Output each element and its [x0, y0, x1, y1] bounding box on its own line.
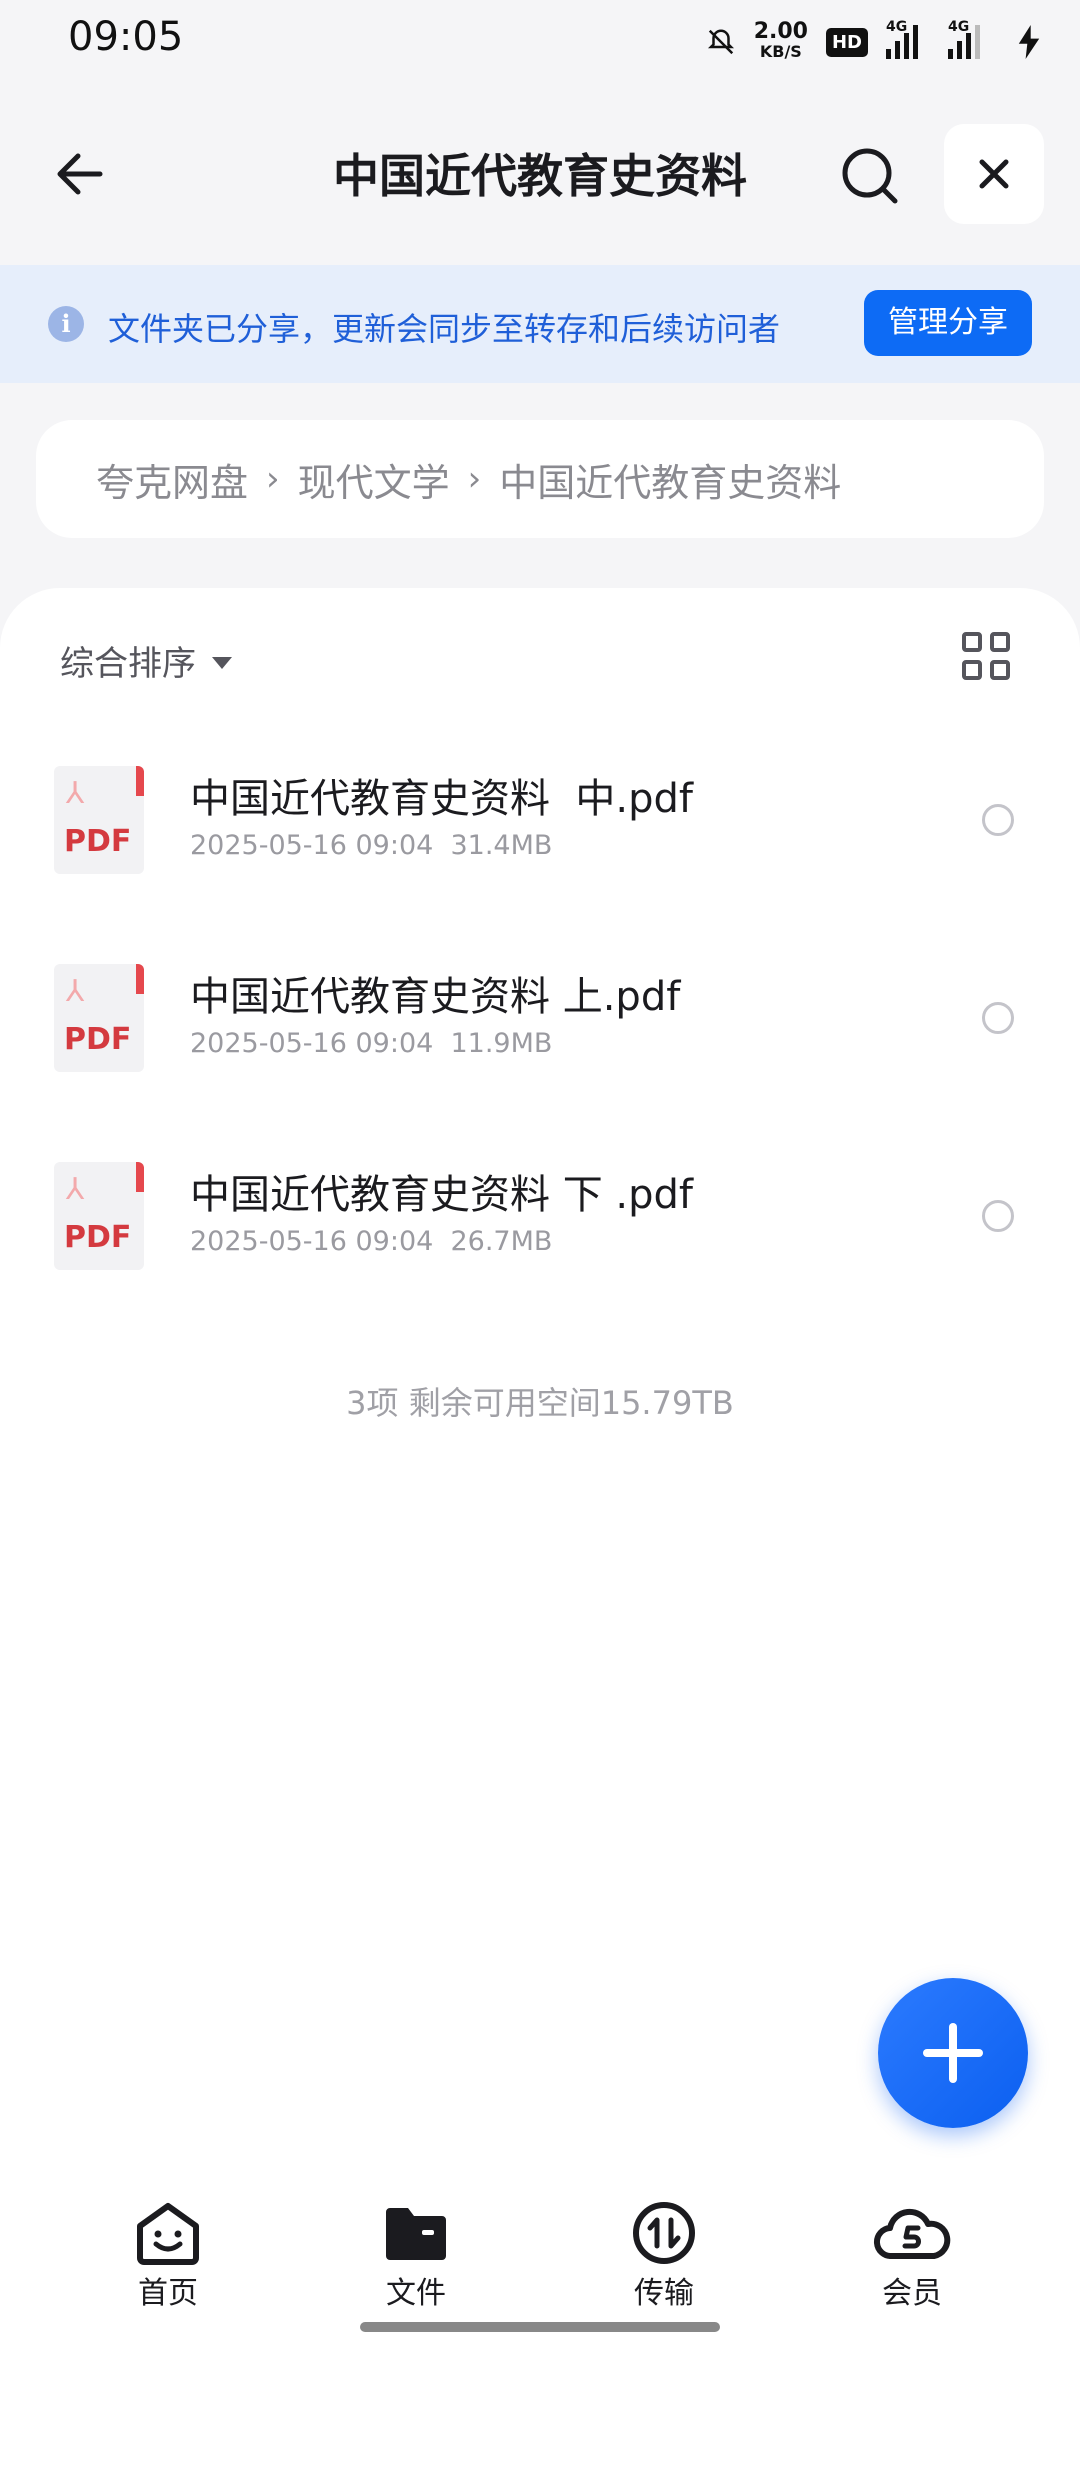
caret-down-icon [212, 656, 232, 669]
status-time: 09:05 [68, 14, 184, 60]
chevron-right-icon: › [266, 459, 280, 499]
file-row[interactable]: ⅄ PDF 中国近代教育史资料 中.pdf 2025-05-16 09:04 31… [0, 746, 1080, 906]
file-row[interactable]: ⅄ PDF 中国近代教育史资料 上.pdf 2025-05-16 09:04 11… [0, 944, 1080, 1104]
pdf-file-icon: ⅄ PDF [54, 964, 144, 1072]
nav-item-home[interactable]: 首页 [88, 2200, 248, 2312]
status-icons: 2.00 KB/S HD 4G 4G [706, 18, 1040, 66]
folder-icon [386, 2208, 446, 2260]
add-button[interactable] [878, 1978, 1028, 2128]
file-size: 26.7MB [450, 1226, 553, 1257]
search-icon[interactable] [838, 144, 902, 208]
file-row[interactable]: ⅄ PDF 中国近代教育史资料 下 .pdf 2025-05-16 09:04 2… [0, 1142, 1080, 1302]
grid-view-icon[interactable] [962, 632, 1010, 680]
nav-label: 会员 [882, 2276, 942, 2311]
file-meta: 2025-05-16 09:04 31.4MB [190, 830, 552, 861]
close-icon [979, 159, 1009, 189]
network-speed: 2.00 KB/S [753, 19, 808, 62]
share-banner-text: 文件夹已分享，更新会同步至转存和后续访问者 [108, 310, 781, 348]
info-icon: i [48, 306, 84, 342]
nav-label: 首页 [138, 2276, 198, 2311]
breadcrumb: 夸克网盘 › 现代文学 › 中国近代教育史资料 [36, 420, 1044, 538]
charging-icon [1018, 25, 1040, 59]
pdf-file-icon: ⅄ PDF [54, 1162, 144, 1270]
select-radio[interactable] [982, 1200, 1014, 1232]
nav-item-files[interactable]: 文件 [336, 2200, 496, 2312]
chevron-right-icon: › [467, 459, 482, 499]
breadcrumb-item-current: 中国近代教育史资料 [499, 460, 842, 505]
member-cloud-icon [873, 2208, 951, 2260]
file-name: 中国近代教育史资料 中.pdf [190, 776, 694, 822]
file-size: 31.4MB [450, 830, 553, 861]
signal-icon-1: 4G [886, 19, 930, 59]
file-date: 2025-05-16 09:04 [190, 1028, 434, 1059]
file-size: 11.9MB [450, 1028, 553, 1059]
file-name: 中国近代教育史资料 上.pdf [190, 974, 681, 1020]
transfer-icon [633, 2202, 695, 2264]
select-radio[interactable] [982, 804, 1014, 836]
storage-summary: 3项 剩余可用空间15.79TB [346, 1384, 734, 1422]
bell-off-icon [707, 29, 734, 55]
file-date: 2025-05-16 09:04 [190, 1226, 434, 1257]
sort-dropdown[interactable]: 综合排序 [60, 636, 232, 685]
page-title: 中国近代教育史资料 [333, 149, 747, 203]
close-button[interactable] [944, 124, 1044, 224]
breadcrumb-item-parent[interactable]: 现代文学 [298, 452, 450, 507]
select-radio[interactable] [982, 1002, 1014, 1034]
nav-item-transfer[interactable]: 传输 [584, 2200, 744, 2312]
pdf-file-icon: ⅄ PDF [54, 766, 144, 874]
nav-item-member[interactable]: 会员 [832, 2200, 992, 2312]
breadcrumb-item-root[interactable]: 夸克网盘 [96, 452, 248, 507]
file-date: 2025-05-16 09:04 [190, 830, 434, 861]
nav-label: 传输 [634, 2276, 694, 2311]
manage-share-button[interactable]: 管理分享 [864, 290, 1032, 356]
sort-label: 综合排序 [60, 644, 196, 684]
nav-label: 文件 [386, 2276, 446, 2311]
home-indicator[interactable] [360, 2322, 720, 2332]
signal-icon-2: 4G [948, 19, 1000, 59]
file-meta: 2025-05-16 09:04 11.9MB [190, 1028, 552, 1059]
file-name: 中国近代教育史资料 下 .pdf [190, 1172, 694, 1218]
home-face-icon [137, 2203, 199, 2265]
file-meta: 2025-05-16 09:04 26.7MB [190, 1226, 552, 1257]
hd-icon: HD [825, 27, 868, 57]
